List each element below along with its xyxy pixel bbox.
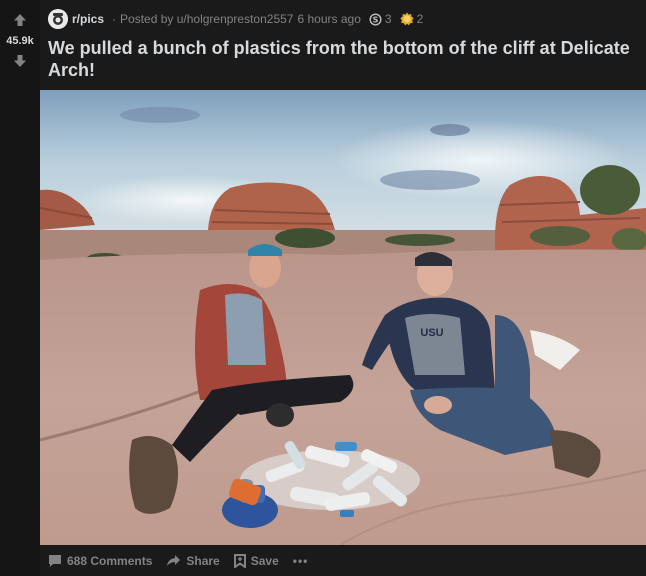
- subreddit-avatar-icon[interactable]: [48, 9, 68, 29]
- reddit-post-card: 45.9k r/pics · Posted by u/holgrenpresto…: [0, 0, 646, 576]
- silver-award-count: 3: [384, 12, 392, 26]
- post-footer: 688 Comments Share Save •••: [40, 545, 646, 576]
- post-header: r/pics · Posted by u/holgrenpreston2557 …: [48, 9, 423, 29]
- save-button[interactable]: Save: [233, 553, 279, 568]
- save-label: Save: [250, 553, 279, 568]
- post-time[interactable]: 6 hours ago: [297, 12, 360, 26]
- author-link[interactable]: Posted by u/holgrenpreston2557: [120, 12, 293, 26]
- gold-award-icon: [399, 12, 414, 26]
- comments-button[interactable]: 688 Comments: [48, 554, 152, 568]
- vote-column: 45.9k: [0, 0, 40, 576]
- post-image[interactable]: USU: [40, 90, 646, 545]
- svg-text:S: S: [372, 15, 378, 24]
- silver-award-icon: S: [369, 13, 382, 25]
- comment-icon: [49, 554, 61, 567]
- more-options-button[interactable]: •••: [293, 554, 309, 568]
- photo-delicate-arch-cleanup: USU: [40, 90, 646, 545]
- silver-award[interactable]: S 3: [369, 12, 392, 26]
- post-title[interactable]: We pulled a bunch of plastics from the b…: [48, 37, 638, 81]
- comments-label: 688 Comments: [67, 553, 153, 568]
- separator-dot: ·: [112, 12, 117, 26]
- share-arrow-icon: [167, 554, 181, 566]
- bookmark-icon: [233, 553, 246, 568]
- gold-award[interactable]: 2: [399, 12, 424, 26]
- subreddit-link[interactable]: r/pics: [72, 12, 104, 26]
- share-button[interactable]: Share: [166, 553, 220, 568]
- vote-score: 45.9k: [6, 35, 34, 47]
- share-label: Share: [186, 553, 220, 568]
- sweatshirt-text: USU: [420, 327, 443, 339]
- downvote-button[interactable]: [11, 52, 29, 70]
- upvote-arrow-icon: [14, 14, 26, 26]
- downvote-arrow-icon: [14, 55, 26, 67]
- upvote-button[interactable]: [11, 11, 29, 29]
- gold-award-count: 2: [416, 12, 424, 26]
